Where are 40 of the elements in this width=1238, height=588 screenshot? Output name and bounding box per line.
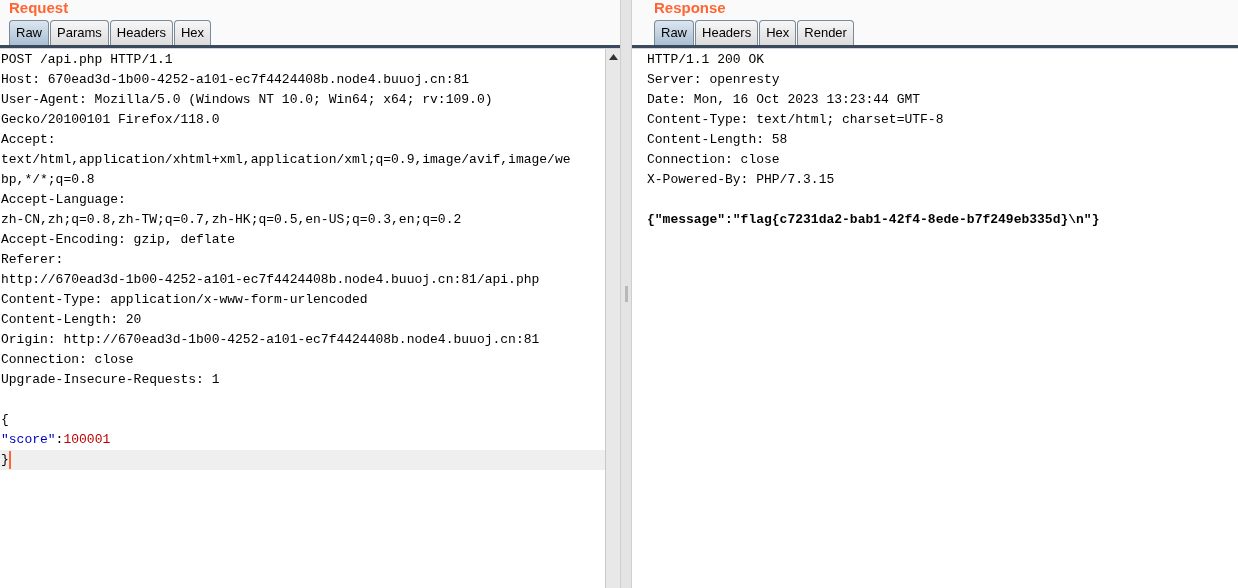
code-line: http://670ead3d-1b00-4252-a101-ec7f4424408b.node4.buuoj.cn:81/api.php [0, 271, 541, 289]
code-line: Content-Type: text/html; charset=UTF-8 [646, 111, 945, 129]
tab[interactable]: Params [50, 20, 109, 45]
code-line: Origin: http://670ead3d-1b00-4252-a101-ec7f4424408b.node4.buuoj.cn:81 [0, 331, 541, 349]
scroll-up-icon[interactable] [608, 54, 618, 60]
code-line: "score":100001 [0, 431, 112, 449]
code-line: Content-Type: application/x-www-form-urlencoded [0, 291, 369, 309]
text-cursor [8, 451, 11, 469]
tab[interactable]: Headers [695, 20, 759, 45]
code-line: X-Powered-By: PHP/7.3.15 [646, 171, 836, 189]
tab[interactable]: Hex [173, 20, 212, 45]
tab[interactable]: Headers [109, 20, 173, 45]
code-line: text/html,application/xhtml+xml,application/xml;q=0.9,image/avif,image/we [0, 151, 572, 169]
code-line: Connection: close [0, 351, 135, 369]
code-line: { [0, 411, 10, 429]
tab[interactable]: Render [797, 20, 854, 45]
panel-title: Request [9, 0, 69, 16]
code-line: Gecko/20100101 Firefox/118.0 [0, 111, 221, 129]
code-line: Accept-Language: [0, 191, 127, 209]
code-line: Referer: [0, 251, 65, 269]
code-line: Date: Mon, 16 Oct 2023 13:23:44 GMT [646, 91, 922, 109]
tab[interactable]: Raw [9, 20, 49, 45]
code-line: Content-Length: 58 [646, 131, 789, 149]
code-line: Upgrade-Insecure-Requests: 1 [0, 371, 221, 389]
panel-title: Response [654, 0, 726, 16]
code-line: {"message":"flag{c7231da2-bab1-42f4-8ede-b7f249eb335d}\n"} [646, 211, 1101, 229]
code-line: POST /api.php HTTP/1.1 [0, 51, 174, 69]
code-line: bp,*/*;q=0.8 [0, 171, 96, 189]
code-line: User-Agent: Mozilla/5.0 (Windows NT 10.0; Win64; x64; rv:109.0) [0, 91, 494, 109]
code-line: Accept-Encoding: gzip, deflate [0, 231, 237, 249]
code-line: HTTP/1.1 200 OK [646, 51, 766, 69]
code-line: Server: openresty [646, 71, 781, 89]
code-line: Content-Length: 20 [0, 311, 143, 329]
code-line: Connection: close [646, 151, 781, 169]
code-line: Host: 670ead3d-1b00-4252-a101-ec7f4424408b.node4.buuoj.cn:81 [0, 71, 471, 89]
code-line: zh-CN,zh;q=0.8,zh-TW;q=0.7,zh-HK;q=0.5,en-US;q=0.3,en;q=0.2 [0, 211, 463, 229]
tab[interactable]: Raw [654, 20, 694, 45]
scrollbar[interactable] [605, 49, 620, 588]
code-line: Accept: [0, 131, 57, 149]
tab[interactable]: Hex [759, 20, 797, 45]
